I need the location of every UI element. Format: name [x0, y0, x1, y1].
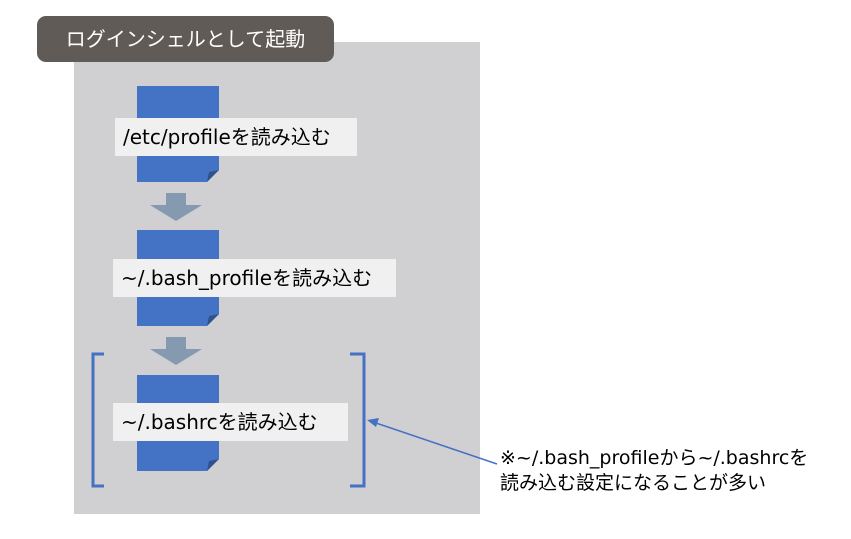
note-line-1: ※~/.bash_profileから~/.bashrcを — [500, 447, 809, 469]
callout-arrowhead — [367, 418, 379, 427]
left-bracket — [91, 352, 104, 488]
callout-line — [372, 421, 498, 465]
note-text: ※~/.bash_profileから~/.bashrcを 読み込む設定になること… — [500, 446, 840, 496]
right-bracket — [350, 352, 366, 488]
note-line-2: 読み込む設定になることが多い — [500, 472, 767, 494]
